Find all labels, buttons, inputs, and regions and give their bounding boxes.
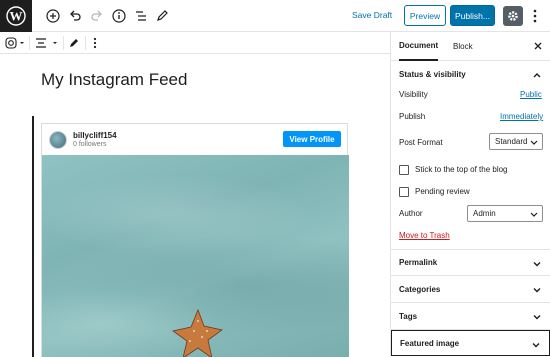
selected-block-outline	[32, 116, 34, 357]
stick-to-top-checkbox[interactable]	[399, 165, 409, 175]
instagram-photo[interactable]	[42, 155, 349, 357]
list-view-icon[interactable]	[133, 8, 149, 24]
permalink-heading: Permalink	[399, 258, 438, 267]
add-block-icon[interactable]	[45, 8, 61, 24]
instagram-followers: 0 followers	[73, 141, 107, 148]
chevron-down-icon	[533, 262, 541, 267]
move-to-trash-link[interactable]: Move to Trash	[399, 231, 450, 240]
post-format-value: Standard	[495, 137, 528, 146]
tags-panel-toggle[interactable]: Tags	[391, 303, 550, 330]
instagram-feed-block[interactable]: billycliff154 0 followers View Profile	[41, 123, 349, 357]
pending-review-checkbox[interactable]	[399, 187, 409, 197]
visibility-label: Visibility	[399, 90, 428, 99]
instagram-username: billycliff154	[73, 131, 117, 140]
top-toolbar: W Save Draft Preview Publish...	[0, 0, 550, 32]
permalink-panel-toggle[interactable]: Permalink	[391, 249, 550, 276]
chevron-down-icon	[533, 288, 541, 293]
undo-icon[interactable]	[67, 8, 83, 24]
pending-review-label: Pending review	[415, 187, 470, 196]
block-toolbar	[0, 32, 390, 54]
author-label: Author	[399, 209, 423, 218]
edit-pencil-icon[interactable]	[154, 8, 170, 24]
redo-icon[interactable]	[89, 8, 105, 24]
post-format-select[interactable]: Standard	[489, 133, 543, 150]
publish-button[interactable]: Publish...	[450, 5, 495, 26]
author-value: Admin	[473, 209, 496, 218]
categories-panel-toggle[interactable]: Categories	[391, 276, 550, 303]
tab-document[interactable]: Document	[399, 32, 439, 61]
chevron-down-icon	[533, 315, 541, 320]
settings-sidebar: Document Block Status & visibility Visib…	[390, 32, 550, 357]
info-icon[interactable]	[111, 8, 127, 24]
avatar	[49, 131, 67, 149]
visibility-link[interactable]: Public	[520, 90, 542, 99]
block-more-options-icon[interactable]	[93, 35, 97, 51]
instagram-block-type-icon[interactable]	[5, 35, 27, 51]
wordpress-logo-icon[interactable]: W	[0, 0, 32, 32]
preview-button[interactable]: Preview	[404, 5, 446, 26]
align-icon[interactable]	[35, 35, 61, 51]
view-profile-button[interactable]: View Profile	[283, 131, 341, 147]
chevron-up-icon	[533, 73, 541, 78]
chevron-down-icon	[532, 343, 540, 348]
save-draft-button[interactable]: Save Draft	[352, 10, 392, 20]
edit-block-pencil-icon[interactable]	[69, 35, 79, 51]
publish-label: Publish	[399, 112, 426, 121]
categories-heading: Categories	[399, 284, 441, 294]
settings-gear-icon[interactable]	[503, 6, 523, 26]
featured-image-heading: Featured image	[400, 338, 460, 348]
publish-date-link[interactable]: Immediately	[500, 112, 543, 121]
close-icon[interactable]	[532, 40, 544, 52]
status-visibility-heading: Status & visibility	[399, 70, 466, 79]
tab-block[interactable]: Block	[453, 32, 473, 61]
more-options-icon[interactable]	[529, 8, 541, 24]
featured-image-panel-toggle[interactable]: Featured image	[391, 330, 550, 356]
tags-heading: Tags	[399, 311, 418, 321]
status-visibility-panel-toggle[interactable]: Status & visibility	[391, 61, 550, 88]
starfish-image	[172, 308, 223, 357]
stick-to-top-label: Stick to the top of the blog	[415, 165, 508, 174]
svg-text:W: W	[10, 9, 23, 24]
post-format-label: Post Format	[399, 138, 443, 147]
author-select[interactable]: Admin	[467, 205, 543, 222]
sidebar-tabs: Document Block	[391, 32, 550, 61]
chevron-down-icon	[530, 212, 538, 217]
post-title[interactable]: My Instagram Feed	[41, 70, 187, 90]
chevron-down-icon	[530, 140, 538, 145]
